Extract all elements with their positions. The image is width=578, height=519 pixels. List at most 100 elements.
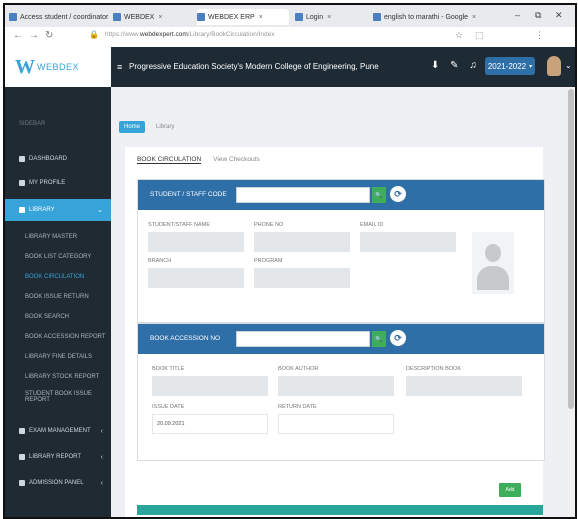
person-head-icon bbox=[485, 244, 501, 262]
sidebar-subitem-book-circulation[interactable]: BOOK CIRCULATION bbox=[5, 269, 111, 285]
app-logo[interactable]: W WEBDEX bbox=[5, 47, 111, 87]
issue-date-field[interactable]: 20.09.2021 bbox=[152, 414, 268, 434]
sidebar-subitem-book-search[interactable]: BOOK SEARCH bbox=[5, 309, 111, 325]
tab-view-checkouts[interactable]: View Checkouts bbox=[213, 156, 260, 164]
student-reset-button[interactable]: ⟳ bbox=[390, 186, 406, 202]
add-button[interactable]: Add bbox=[499, 483, 521, 497]
browser-tab[interactable]: Access student / coordinator × bbox=[9, 9, 109, 25]
extensions-icon[interactable]: ⬚ bbox=[475, 30, 484, 41]
field-label: BOOK TITLE bbox=[152, 366, 185, 372]
book-reset-button[interactable]: ⟳ bbox=[390, 330, 406, 346]
sidebar-item-label: STUDENT BOOK ISSUE REPORT bbox=[25, 391, 92, 403]
close-tab-icon[interactable]: × bbox=[158, 14, 162, 21]
field-label: DESCRIPTION BOOK bbox=[406, 366, 462, 372]
sidebar-item-label: LIBRARY STOCK REPORT bbox=[25, 374, 100, 380]
browser-window: Access student / coordinator × WEBDEX × … bbox=[3, 3, 577, 519]
forward-icon[interactable]: → bbox=[29, 30, 39, 41]
browser-menu-icon[interactable]: ⋮ bbox=[535, 30, 544, 41]
sidebar-heading: SIDEBAR bbox=[19, 121, 46, 127]
sidebar-item-admission-panel[interactable]: ADMISSION PANEL ‹ bbox=[5, 475, 111, 491]
back-icon[interactable]: ← bbox=[13, 30, 23, 41]
sidebar-subitem-library-fine-details[interactable]: LIBRARY FINE DETAILS bbox=[5, 349, 111, 365]
sidebar-item-label: ADMISSION PANEL bbox=[29, 480, 84, 486]
menu-toggle-icon[interactable]: ≡ bbox=[117, 62, 122, 72]
sidebar-item-label: BOOK SEARCH bbox=[25, 314, 70, 320]
tab-book-circulation[interactable]: BOOK CIRCULATION bbox=[137, 156, 202, 164]
academic-year-value: 2021-2022 bbox=[487, 61, 527, 71]
add-button-label: Add bbox=[505, 487, 515, 493]
maximize-icon[interactable]: ⧉ bbox=[535, 10, 541, 21]
close-tab-icon[interactable]: × bbox=[472, 14, 476, 21]
browser-tab-active[interactable]: WEBDEX ERP × bbox=[197, 9, 289, 25]
student-search-button[interactable]: 🔍 bbox=[372, 187, 386, 203]
close-tab-icon[interactable]: × bbox=[327, 14, 331, 21]
field-label: EMAIL ID bbox=[360, 222, 384, 228]
browser-tab-label: WEBDEX bbox=[124, 13, 155, 21]
student-photo-placeholder bbox=[472, 232, 514, 294]
browser-tab[interactable]: WEBDEX × bbox=[113, 9, 193, 25]
url-field[interactable]: https://www.webdexpert.com/Library/BookC… bbox=[105, 31, 375, 43]
breadcrumb-home[interactable]: Home bbox=[119, 121, 146, 133]
scrollbar-thumb[interactable] bbox=[568, 89, 574, 409]
field-label: PROGRAM bbox=[254, 258, 283, 264]
book-author-field[interactable] bbox=[278, 376, 394, 396]
breadcrumb-library[interactable]: Library bbox=[151, 121, 179, 133]
book-accession-input[interactable] bbox=[236, 331, 370, 347]
close-tab-icon[interactable]: × bbox=[259, 14, 263, 21]
refresh-icon: ⟳ bbox=[394, 332, 402, 343]
sidebar-subitem-library-stock-report[interactable]: LIBRARY STOCK REPORT bbox=[5, 369, 111, 385]
book-description-field[interactable] bbox=[406, 376, 522, 396]
sidebar-subitem-book-issue-return[interactable]: BOOK ISSUE RETURN bbox=[5, 289, 111, 305]
sidebar-item-library[interactable]: LIBRARY ⌄ bbox=[5, 199, 111, 221]
sidebar-item-my-profile[interactable]: MY PROFILE bbox=[5, 175, 111, 191]
chevron-left-icon: ‹ bbox=[100, 427, 103, 435]
browser-tab-label: WEBDEX ERP bbox=[208, 13, 255, 21]
book-search-button[interactable]: 🔍 bbox=[372, 331, 386, 347]
download-icon[interactable]: ⬇ bbox=[431, 60, 439, 71]
program-field[interactable] bbox=[254, 268, 350, 288]
sidebar-subitem-book-list-category[interactable]: BOOK LIST CATEGORY bbox=[5, 249, 111, 265]
clipboard-icon bbox=[19, 428, 25, 434]
branch-field[interactable] bbox=[148, 268, 244, 288]
refresh-icon: ⟳ bbox=[394, 188, 402, 199]
sidebar-item-label: MY PROFILE bbox=[29, 180, 66, 186]
lock-icon[interactable]: 🔒 bbox=[89, 30, 99, 39]
sidebar-subitem-student-book-issue-report[interactable]: STUDENT BOOK ISSUE REPORT bbox=[5, 389, 111, 405]
sidebar-item-dashboard[interactable]: DASHBOARD bbox=[5, 151, 111, 167]
minimize-icon[interactable]: – bbox=[515, 10, 520, 20]
favicon-icon bbox=[113, 13, 121, 21]
college-name: Progressive Education Society's Modern C… bbox=[129, 62, 379, 71]
phone-field[interactable] bbox=[254, 232, 350, 252]
email-field[interactable] bbox=[360, 232, 456, 252]
sidebar-item-label: EXAM MANAGEMENT bbox=[29, 428, 91, 434]
sidebar-item-label: LIBRARY FINE DETAILS bbox=[25, 354, 93, 360]
sidebar-item-exam-management[interactable]: EXAM MANAGEMENT ‹ bbox=[5, 423, 111, 439]
favicon-icon bbox=[295, 13, 303, 21]
chevron-down-icon[interactable]: ⌄ bbox=[565, 61, 572, 70]
notification-icon[interactable]: ♫ bbox=[469, 60, 477, 71]
browser-tab[interactable]: english to marathi - Google × bbox=[373, 9, 483, 25]
sidebar-item-library-report[interactable]: LIBRARY REPORT ‹ bbox=[5, 449, 111, 465]
chevron-left-icon: ‹ bbox=[100, 479, 103, 487]
book-title-field[interactable] bbox=[152, 376, 268, 396]
home-icon bbox=[19, 156, 25, 162]
sidebar-subitem-book-accession-report[interactable]: BOOK ACCESSION REPORT bbox=[5, 329, 111, 345]
sidebar-subitem-library-master[interactable]: LIBRARY MASTER bbox=[5, 229, 111, 245]
edit-icon[interactable]: ✎ bbox=[450, 60, 458, 71]
student-name-field[interactable] bbox=[148, 232, 244, 252]
close-window-icon[interactable]: ✕ bbox=[555, 10, 563, 21]
page-tabs: BOOK CIRCULATION View Checkouts bbox=[137, 156, 260, 164]
favicon-icon bbox=[197, 13, 205, 21]
browser-tab[interactable]: Login × bbox=[295, 9, 367, 25]
student-code-input[interactable] bbox=[236, 187, 370, 203]
report-icon bbox=[19, 454, 25, 460]
book-accession-label: BOOK ACCESSION NO bbox=[150, 335, 221, 342]
return-date-field[interactable] bbox=[278, 414, 394, 434]
avatar[interactable] bbox=[547, 56, 561, 76]
page-scrollbar[interactable] bbox=[567, 87, 575, 517]
sidebar-item-label: LIBRARY bbox=[29, 207, 55, 213]
chevron-down-icon: ⌄ bbox=[97, 207, 103, 214]
bookmark-star-icon[interactable]: ☆ bbox=[455, 30, 463, 41]
academic-year-select[interactable]: 2021-2022 ▾ bbox=[485, 57, 535, 75]
reload-icon[interactable]: ↻ bbox=[45, 30, 53, 41]
